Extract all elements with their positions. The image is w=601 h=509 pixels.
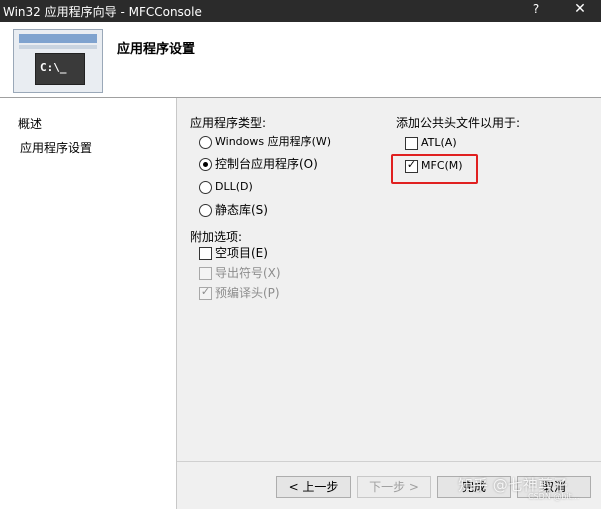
page-title: 应用程序设置 [117,42,196,57]
help-icon[interactable]: ? [527,2,545,20]
window-strip-decoration [19,34,97,43]
radio-label: 静态库(S) [215,203,268,217]
checkmark-icon: ✓ [200,285,211,298]
title-bar: Win32 应用程序向导 - MFCConsole ? ✕ [0,0,601,22]
radio-button-icon [199,136,212,149]
checkbox-icon [199,247,212,260]
checkbox-label: 导出符号(X) [215,266,281,280]
sidebar-item-app-settings[interactable]: 应用程序设置 [20,139,92,156]
next-button: 下一步 > [357,476,431,498]
checkbox-icon [199,267,212,280]
radio-selected-dot [203,162,208,167]
radio-button-icon [199,158,212,171]
checkbox-icon [405,137,418,150]
checkbox-icon: ✓ [199,285,212,300]
console-window-icon: C:\_ [35,53,85,85]
additional-options-label: 附加选项: [190,230,243,244]
sidebar-item-overview[interactable]: 概述 [18,115,42,132]
window-title: Win32 应用程序向导 - MFCConsole [3,5,202,19]
common-headers-label: 添加公共头文件以用于: [396,116,521,130]
radio-button-icon [199,204,212,217]
checkbox-label: 空项目(E) [215,246,268,260]
radio-label: 控制台应用程序(O) [215,157,318,171]
wizard-sidebar: 概述 应用程序设置 [0,98,177,509]
close-icon[interactable]: ✕ [568,1,592,21]
console-prompt-text: C:\_ [40,61,67,74]
checkbox-label: ATL(A) [421,136,457,149]
mfc-highlight-box [391,154,478,184]
footer-divider [177,461,601,462]
radio-button-icon [199,181,212,194]
prev-button[interactable]: < 上一步 [276,476,351,498]
wizard-console-image: C:\_ [13,29,103,93]
window-toolbar-decoration [19,45,97,49]
radio-label: DLL(D) [215,180,253,193]
watermark-subtext: CSDN @bit... [528,492,580,501]
app-type-label: 应用程序类型: [190,116,267,130]
checkbox-label: 预编译头(P) [215,286,280,300]
wizard-header: C:\_ 应用程序设置 [0,22,601,98]
radio-label: Windows 应用程序(W) [215,135,332,148]
